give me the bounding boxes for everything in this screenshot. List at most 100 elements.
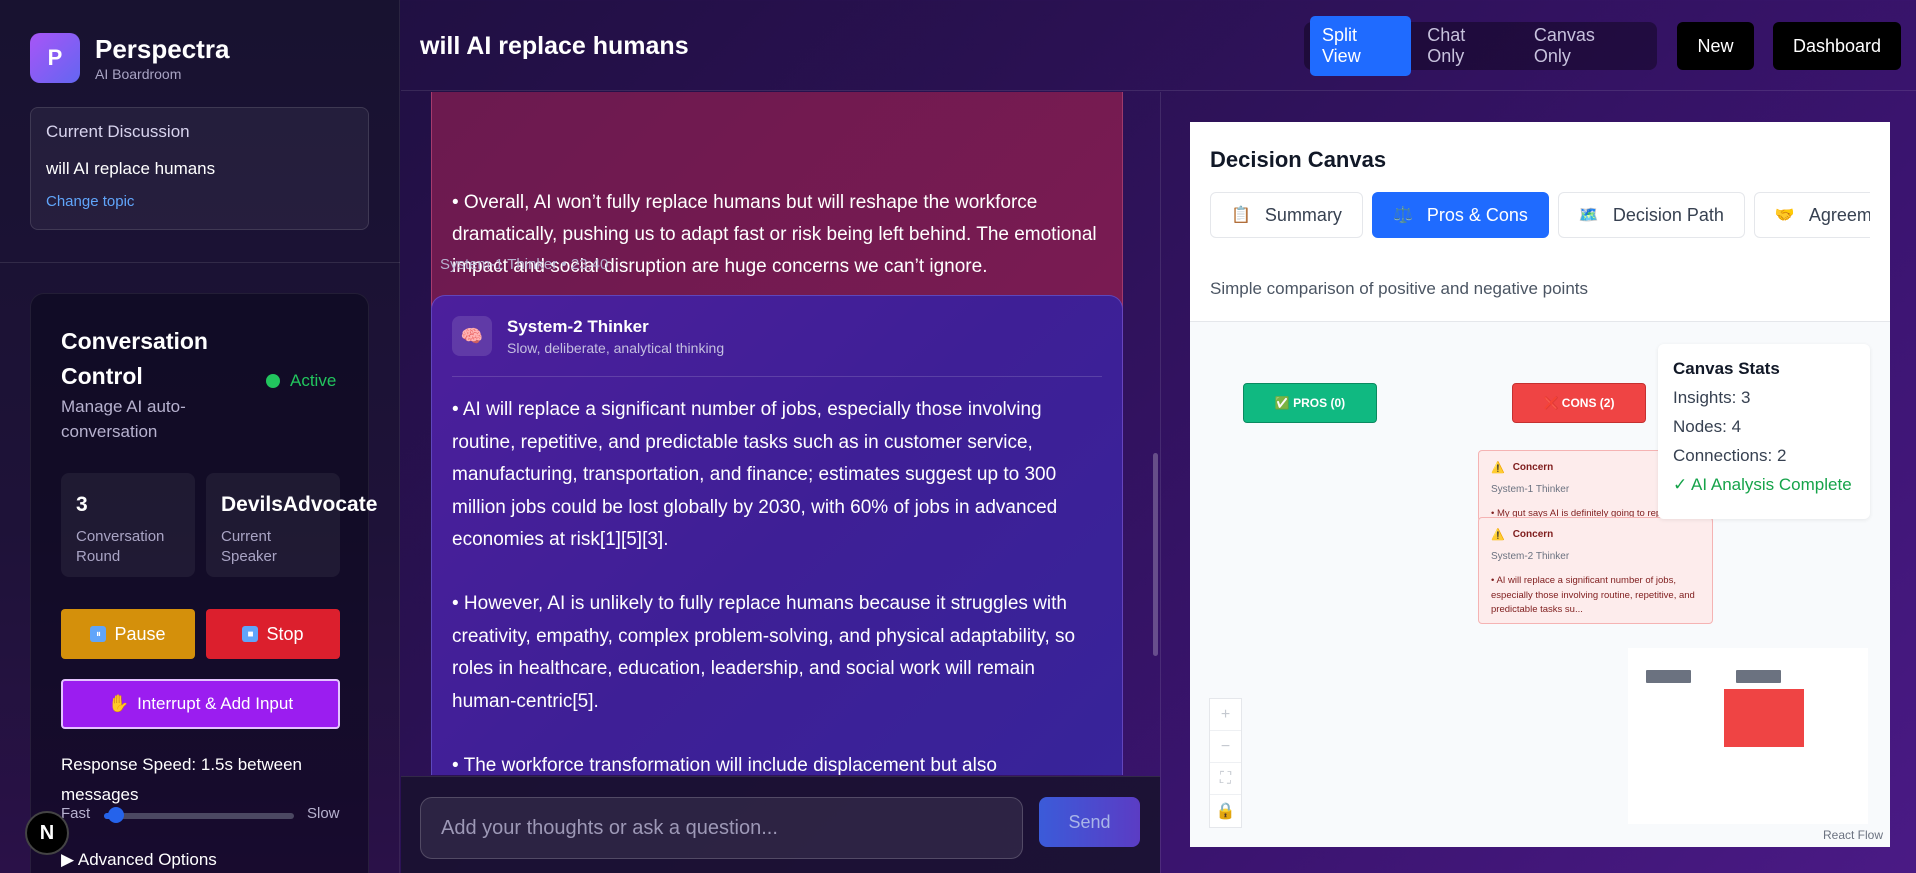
chat-input[interactable]	[420, 797, 1023, 859]
slider-min-label: Fast	[61, 805, 91, 822]
brand-subtitle: AI Boardroom	[95, 66, 182, 82]
message-paragraph: • AI will replace a significant number o…	[452, 399, 1058, 550]
minimap-node	[1646, 670, 1691, 683]
view-toggle: Split View Chat Only Canvas Only	[1304, 16, 1657, 76]
tab-summary[interactable]: 📋 Summary	[1210, 192, 1363, 238]
change-topic-link[interactable]: Change topic	[46, 193, 353, 210]
stats-insights: Insights: 3	[1673, 388, 1751, 407]
stats-connections: Connections: 2	[1673, 446, 1787, 465]
minimap-viewport	[1724, 689, 1804, 747]
chat-input-bar: Send	[401, 776, 1160, 873]
speaker-label: Current Speaker	[221, 528, 277, 565]
split-view-button[interactable]: Split View	[1310, 16, 1412, 76]
speed-label: Response Speed: 1.5s between messages	[61, 755, 303, 804]
current-discussion-box: Current Discussion will AI replace human…	[30, 107, 369, 230]
stop-button[interactable]: ■ Stop	[206, 609, 340, 659]
round-label: Conversation Round	[76, 528, 165, 565]
send-button[interactable]: Send	[1039, 797, 1140, 847]
page-title: will AI replace humans	[420, 32, 689, 60]
concern-author: System-2 Thinker	[1491, 551, 1570, 562]
interrupt-label: Interrupt & Add Input	[137, 694, 294, 713]
speaker-value: DevilsAdvocate	[221, 493, 378, 516]
sidebar: P Perspectra AI Boardroom Current Discus…	[0, 0, 400, 873]
pause-label: Pause	[114, 623, 166, 644]
stats-title: Canvas Stats	[1673, 359, 1780, 378]
decision-canvas: Decision Canvas 📋 Summary ⚖️ Pros & Cons…	[1190, 122, 1890, 847]
stop-icon: ■	[242, 626, 259, 642]
nextjs-badge[interactable]: N	[25, 811, 69, 855]
speaker-stat: DevilsAdvocate Current Speaker	[206, 473, 378, 577]
canvas-stats: Canvas Stats Insights: 3 Nodes: 4 Connec…	[1658, 344, 1870, 519]
canvas-only-button[interactable]: Canvas Only	[1522, 16, 1647, 76]
slider-thumb[interactable]	[108, 807, 124, 823]
speed-slider[interactable]: Fast Slow	[61, 805, 351, 825]
fit-view-icon[interactable]: ⛶	[1210, 763, 1241, 795]
message-paragraph: • However, AI is unlikely to fully repla…	[452, 593, 1076, 712]
new-button[interactable]: New	[1677, 22, 1754, 70]
handshake-icon: 🤝	[1774, 207, 1795, 224]
message-author: System-2 Thinker	[507, 316, 649, 336]
zoom-controls: + − ⛶ 🔒	[1209, 698, 1242, 828]
tab-agreement[interactable]: 🤝 Agreement	[1753, 192, 1870, 238]
react-flow-attribution[interactable]: React Flow	[1823, 828, 1883, 842]
chat-scrollbar[interactable]	[1153, 453, 1158, 656]
concern-node[interactable]: ⚠️ Concern System-2 Thinker • AI will rep…	[1478, 517, 1713, 624]
tab-pros-cons[interactable]: ⚖️ Pros & Cons	[1371, 192, 1549, 238]
canvas-header: Decision Canvas 📋 Summary ⚖️ Pros & Cons…	[1190, 122, 1890, 322]
status-label: Active	[290, 371, 337, 390]
clipboard-icon: 📋	[1231, 207, 1251, 224]
interrupt-button[interactable]: ✋ Interrupt & Add Input	[61, 679, 340, 729]
pause-icon: ⏸	[90, 626, 107, 642]
sidebar-divider	[0, 262, 400, 263]
lock-icon[interactable]: 🔒	[1210, 795, 1241, 827]
status-indicator: Active	[266, 371, 336, 391]
warning-icon: ⚠️	[1491, 462, 1505, 474]
brand: P Perspectra AI Boardroom	[30, 33, 229, 83]
stop-label: Stop	[266, 623, 304, 644]
hand-icon: ✋	[107, 694, 130, 713]
flow-canvas[interactable]: ✅ PROS (0) ❌ CONS (2) ⚠️ Concern System-1…	[1190, 323, 1890, 847]
warning-icon: ⚠️	[1491, 529, 1505, 541]
brand-logo: P	[30, 33, 80, 83]
brand-title: Perspectra	[95, 34, 230, 64]
advanced-options-label: Advanced Options	[77, 850, 217, 869]
header: will AI replace humans Split View Chat O…	[401, 0, 1916, 91]
triangle-right-icon: ▶	[61, 850, 78, 869]
tab-label: Summary	[1264, 204, 1342, 225]
chat-panel: • Overall, AI won’t fully replace humans…	[401, 92, 1160, 775]
message-meta: System-1 Thinker • 23:40	[440, 256, 609, 273]
slider-track[interactable]	[104, 813, 294, 819]
message-paragraph: • The workforce transformation will incl…	[452, 755, 997, 775]
chat-only-button[interactable]: Chat Only	[1415, 16, 1518, 76]
topic-label: Current Discussion	[46, 122, 190, 141]
concern-title: Concern	[1512, 529, 1554, 540]
topic-value: will AI replace humans	[46, 159, 216, 178]
control-subtitle: Manage AI auto-conversation	[61, 397, 186, 441]
minimap[interactable]	[1628, 648, 1868, 824]
panel-divider	[1160, 92, 1161, 873]
brain-icon: 🧠	[452, 316, 492, 356]
scales-icon: ⚖️	[1392, 207, 1413, 224]
canvas-tabs: 📋 Summary ⚖️ Pros & Cons 🗺️ Decision Pat…	[1210, 192, 1870, 240]
dashboard-button[interactable]: Dashboard	[1773, 22, 1901, 70]
canvas-description: Simple comparison of positive and negati…	[1210, 279, 1588, 298]
message-card: 🧠 System-2 Thinker Slow, deliberate, ana…	[431, 295, 1123, 775]
pause-button[interactable]: ⏸ Pause	[61, 609, 195, 659]
tab-label: Agreement	[1808, 204, 1870, 225]
round-value: 3	[76, 493, 88, 516]
zoom-in-icon[interactable]: +	[1210, 699, 1241, 731]
round-stat: 3 Conversation Round	[61, 473, 195, 577]
tab-label: Decision Path	[1612, 204, 1724, 225]
concern-title: Concern	[1512, 462, 1554, 473]
stats-nodes: Nodes: 4	[1673, 417, 1742, 436]
control-title: Conversation Control	[61, 328, 208, 389]
minimap-node	[1736, 670, 1781, 683]
tab-decision-path[interactable]: 🗺️ Decision Path	[1557, 192, 1745, 238]
message-header: 🧠 System-2 Thinker Slow, deliberate, ana…	[452, 316, 724, 356]
advanced-options-toggle[interactable]: ▶ Advanced Options	[61, 850, 217, 870]
pros-node[interactable]: ✅ PROS (0)	[1243, 383, 1377, 423]
zoom-out-icon[interactable]: −	[1210, 731, 1241, 763]
cons-node[interactable]: ❌ CONS (2)	[1512, 383, 1646, 423]
concern-body: • AI will replace a significant number o…	[1491, 575, 1695, 615]
slider-max-label: Slow	[307, 805, 340, 822]
